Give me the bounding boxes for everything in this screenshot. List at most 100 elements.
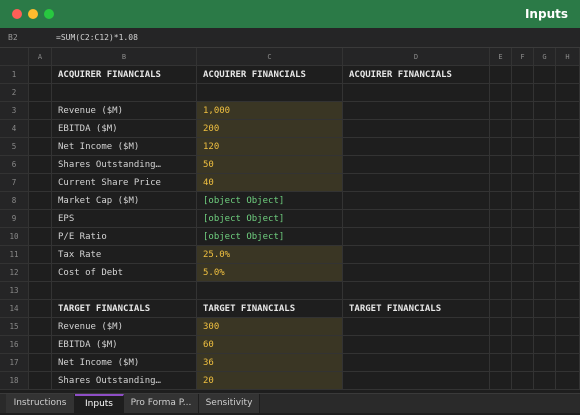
cell-c-value[interactable]: 300	[197, 318, 343, 336]
cell-c-value[interactable]	[197, 282, 343, 300]
cell-b-label[interactable]: EBITDA ($M)	[52, 336, 197, 354]
cell-g[interactable]	[534, 264, 556, 282]
cell-b-label[interactable]: Market Cap ($M)	[52, 192, 197, 210]
minimize-window-button[interactable]	[28, 9, 38, 19]
cell-e[interactable]	[490, 318, 512, 336]
cell-a[interactable]	[29, 192, 52, 210]
cell-f[interactable]	[512, 192, 534, 210]
maximize-window-button[interactable]	[44, 9, 54, 19]
cell-b-label[interactable]	[52, 282, 197, 300]
cell-c-value[interactable]: 200	[197, 120, 343, 138]
cell-g[interactable]	[534, 138, 556, 156]
row-number[interactable]: 8	[0, 192, 29, 210]
cell-b-label[interactable]: TARGET FINANCIALS	[52, 300, 197, 318]
cell-b-label[interactable]: Revenue ($M)	[52, 102, 197, 120]
cell-g[interactable]	[534, 174, 556, 192]
cell-a[interactable]	[29, 102, 52, 120]
cell-h[interactable]	[556, 228, 580, 246]
cell-e[interactable]	[490, 246, 512, 264]
cell-a[interactable]	[29, 336, 52, 354]
cell-a[interactable]	[29, 156, 52, 174]
column-header-g[interactable]: G	[534, 48, 556, 66]
row-number[interactable]: 1	[0, 66, 29, 84]
formula-bar[interactable]: B2 =SUM(C2:C12)*1.08	[0, 28, 580, 48]
cell-f[interactable]	[512, 84, 534, 102]
cell-h[interactable]	[556, 192, 580, 210]
cell-b-label[interactable]: Net Income ($M)	[52, 138, 197, 156]
cell-f[interactable]	[512, 156, 534, 174]
cell-f[interactable]	[512, 120, 534, 138]
cell-h[interactable]	[556, 318, 580, 336]
cell-d[interactable]: ACQUIRER FINANCIALS	[343, 66, 490, 84]
column-header-b[interactable]: B	[52, 48, 197, 66]
cell-h[interactable]	[556, 210, 580, 228]
cell-e[interactable]	[490, 354, 512, 372]
cell-h[interactable]	[556, 84, 580, 102]
cell-d[interactable]	[343, 210, 490, 228]
select-all-corner[interactable]	[0, 48, 29, 66]
cell-d[interactable]	[343, 138, 490, 156]
cell-e[interactable]	[490, 210, 512, 228]
cell-f[interactable]	[512, 66, 534, 84]
cell-a[interactable]	[29, 318, 52, 336]
row-number[interactable]: 15	[0, 318, 29, 336]
row-number[interactable]: 13	[0, 282, 29, 300]
cell-c-value[interactable]: 60	[197, 336, 343, 354]
cell-g[interactable]	[534, 192, 556, 210]
cell-g[interactable]	[534, 156, 556, 174]
cell-f[interactable]	[512, 372, 534, 390]
cell-a[interactable]	[29, 264, 52, 282]
cell-c-value[interactable]: 20	[197, 372, 343, 390]
cell-e[interactable]	[490, 174, 512, 192]
cell-f[interactable]	[512, 282, 534, 300]
cell-c-value[interactable]: 1,000	[197, 102, 343, 120]
cell-reference[interactable]: B2	[8, 28, 18, 48]
column-header-f[interactable]: F	[512, 48, 534, 66]
cell-f[interactable]	[512, 138, 534, 156]
cell-c-value[interactable]: 120	[197, 138, 343, 156]
cell-a[interactable]	[29, 84, 52, 102]
cell-e[interactable]	[490, 282, 512, 300]
cell-c-value[interactable]: [object Object]	[197, 210, 343, 228]
cell-a[interactable]	[29, 372, 52, 390]
cell-h[interactable]	[556, 138, 580, 156]
cell-g[interactable]	[534, 318, 556, 336]
column-header-h[interactable]: H	[556, 48, 580, 66]
cell-c-value[interactable]: 36	[197, 354, 343, 372]
cell-d[interactable]	[343, 156, 490, 174]
cell-f[interactable]	[512, 246, 534, 264]
cell-e[interactable]	[490, 138, 512, 156]
cell-a[interactable]	[29, 354, 52, 372]
cell-e[interactable]	[490, 120, 512, 138]
cell-e[interactable]	[490, 102, 512, 120]
row-number[interactable]: 16	[0, 336, 29, 354]
cell-d[interactable]	[343, 354, 490, 372]
column-header-a[interactable]: A	[29, 48, 52, 66]
row-number[interactable]: 12	[0, 264, 29, 282]
cell-b-label[interactable]: EBITDA ($M)	[52, 120, 197, 138]
cell-g[interactable]	[534, 66, 556, 84]
cell-c-value[interactable]: TARGET FINANCIALS	[197, 300, 343, 318]
formula-input[interactable]: =SUM(C2:C12)*1.08	[56, 28, 138, 48]
cell-g[interactable]	[534, 84, 556, 102]
row-number[interactable]: 7	[0, 174, 29, 192]
cell-g[interactable]	[534, 336, 556, 354]
cell-f[interactable]	[512, 300, 534, 318]
cell-d[interactable]	[343, 246, 490, 264]
cell-g[interactable]	[534, 228, 556, 246]
cell-b-label[interactable]: Shares Outstanding…	[52, 156, 197, 174]
cell-h[interactable]	[556, 336, 580, 354]
cell-e[interactable]	[490, 300, 512, 318]
cell-d[interactable]	[343, 282, 490, 300]
cell-f[interactable]	[512, 318, 534, 336]
column-header-c[interactable]: C	[197, 48, 343, 66]
cell-e[interactable]	[490, 372, 512, 390]
cell-a[interactable]	[29, 120, 52, 138]
cell-g[interactable]	[534, 120, 556, 138]
cell-g[interactable]	[534, 300, 556, 318]
cell-h[interactable]	[556, 246, 580, 264]
cell-d[interactable]	[343, 174, 490, 192]
cell-f[interactable]	[512, 264, 534, 282]
tab-sensitivity[interactable]: Sensitivity	[199, 394, 260, 413]
cell-b-label[interactable]: Revenue ($M)	[52, 318, 197, 336]
